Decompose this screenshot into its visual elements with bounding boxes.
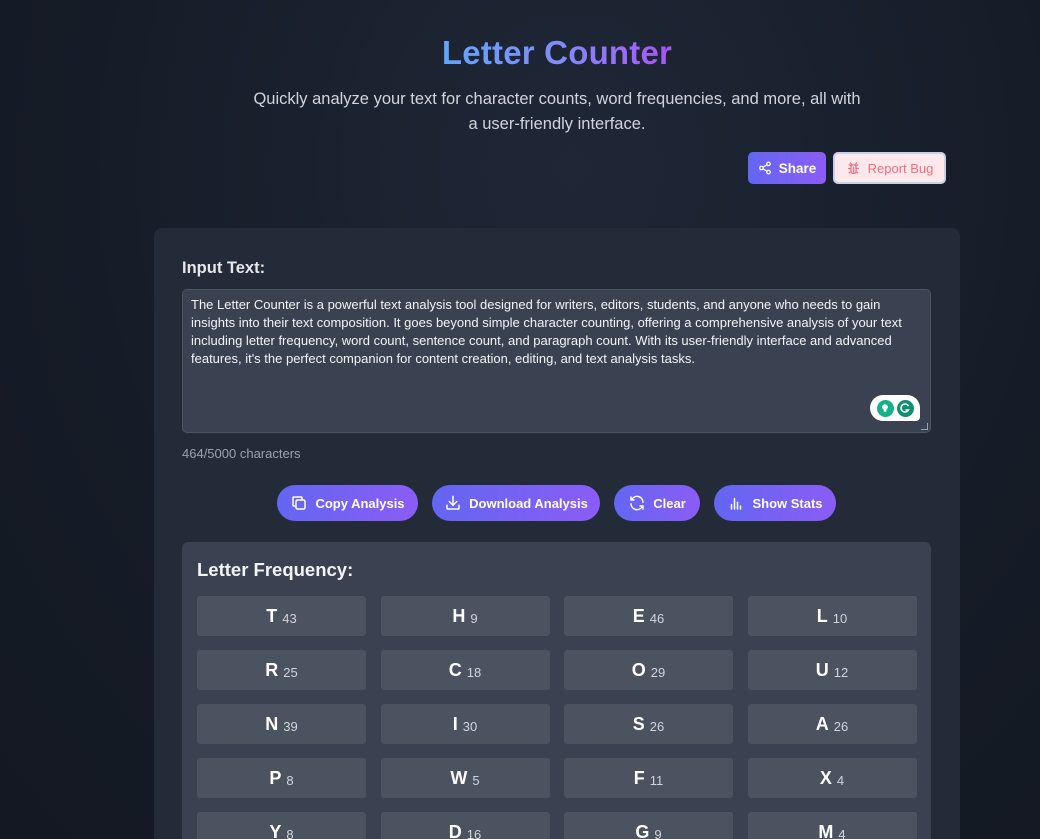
letter-count: 8 [286,772,294,788]
letter-frequency-item: T 43 [197,596,366,636]
letter-frequency-item: H9 [380,596,550,636]
letter-count: 12 [833,664,849,680]
letter-count: 39 [283,718,298,734]
letter-label: Y [269,821,282,839]
letter-frequency-item: R 25 [197,650,366,690]
copy-analysis-label: Copy Analysis [315,495,405,511]
share-button[interactable]: Share [748,152,826,184]
letter-count: 8 [286,826,294,839]
letter-count: 5 [472,772,480,788]
letter-label: O [631,659,646,680]
letter-frequency-item: L 10 [747,596,917,636]
character-count: 464/5000 characters [182,446,301,461]
letter-frequency-item: G9 [564,812,733,839]
text-input-value: The Letter Counter is a powerful text an… [191,297,902,366]
letter-count: 10 [832,610,848,626]
letter-label: P [269,767,282,788]
letter-frequency-item: P8 [197,758,366,798]
report-bug-button[interactable]: Report Bug [833,152,946,184]
letter-label: N [265,713,279,734]
letter-label: A [815,713,829,734]
letter-count: 25 [283,664,298,680]
analyzer-card: Input Text: The Letter Counter is a powe… [154,228,960,839]
letter-count: 4 [836,772,845,788]
letter-label: E [632,605,645,626]
copy-icon [290,494,308,512]
letter-count: 46 [649,610,665,626]
letter-frequency-item: A 26 [747,704,917,744]
letter-label: F [633,767,645,788]
text-input[interactable]: The Letter Counter is a powerful text an… [182,289,931,433]
download-analysis-button[interactable]: Download Analysis [432,485,600,521]
letter-label: M [818,821,834,839]
letter-frequency-item: C 18 [380,650,550,690]
letter-count: 26 [649,718,665,734]
letter-frequency-item: E 46 [564,596,733,636]
letter-frequency-item: U 12 [747,650,917,690]
bug-icon [846,161,861,176]
action-buttons: Copy Analysis Download Analysis Clear Sh… [277,485,836,521]
bar-chart-icon [727,494,745,512]
top-actions: Share Report Bug [748,152,946,184]
share-label: Share [778,160,817,176]
letter-count: 9 [654,826,662,839]
page-title-text: Letter Counter [441,34,673,71]
report-bug-label: Report Bug [867,160,934,176]
letter-frequency-title: Letter Frequency: [197,559,354,580]
letter-frequency-item: F 11 [564,758,733,798]
letter-label: H [452,605,466,626]
resize-handle[interactable] [921,423,928,430]
refresh-icon [628,494,646,512]
letter-label: T [266,605,278,626]
letter-count: 4 [838,826,846,839]
letter-label: C [448,659,462,680]
letter-label: U [815,659,829,680]
letter-frequency-item: X4 [747,758,917,798]
letter-count: 43 [282,610,297,626]
page-title: Letter Counter [0,34,1040,72]
letter-label: I [452,713,458,734]
clear-button[interactable]: Clear [614,485,700,521]
letter-count: 16 [466,826,482,839]
letter-frequency-item: W5 [380,758,550,798]
letter-frequency-item: N 39 [197,704,366,744]
download-icon [444,494,462,512]
share-icon [758,161,772,175]
letter-count: 29 [650,664,666,680]
letter-label: L [816,605,828,626]
letter-count: 30 [462,718,478,734]
download-analysis-label: Download Analysis [469,495,588,511]
letter-frequency-item: Y8 [197,812,366,839]
letter-count: 11 [649,772,664,788]
letter-frequency-item: O 29 [564,650,733,690]
letter-count: 18 [466,664,482,680]
letter-frequency-panel: Letter Frequency: T 43 H 9 E 46 L 10 R 25 C 18 O 29 U 1… [182,542,931,839]
letter-frequency-item: D 16 [380,812,550,839]
letter-count: 26 [833,718,849,734]
letter-label: G [635,821,650,839]
input-label: Input Text: [182,259,266,277]
grammarly-widget[interactable] [870,395,920,421]
grammarly-icon [896,399,914,417]
show-stats-label: Show Stats [752,495,823,511]
letter-frequency-item: S 26 [564,704,733,744]
clear-label: Clear [653,495,686,511]
letter-label: R [265,659,279,680]
letter-label: S [632,713,645,734]
lightbulb-icon [876,399,894,417]
letter-label: D [448,821,462,839]
letter-frequency-item: I 30 [380,704,550,744]
letter-frequency-grid: T 43 H 9 E 46 L 10 R 25 C 18 O 29 U 12 N 39 I 30 S 26 A 26 P 8 W 5 F… [197,596,917,839]
letter-label: X [819,767,832,788]
copy-analysis-button[interactable]: Copy Analysis [277,485,418,521]
show-stats-button[interactable]: Show Stats [714,485,836,521]
page-subtitle: Quickly analyze your text for character … [253,90,861,133]
letter-frequency-item: M4 [747,812,917,839]
letter-label: W [450,767,468,788]
letter-count: 9 [470,610,478,626]
